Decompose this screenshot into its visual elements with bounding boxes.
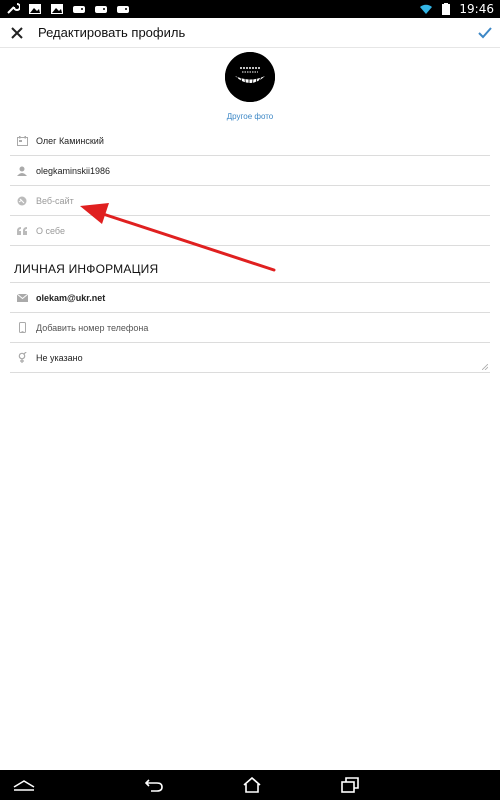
wrench-icon xyxy=(7,3,20,14)
name-field[interactable]: Олег Каминский xyxy=(10,126,490,156)
recent-apps-button[interactable] xyxy=(330,770,370,800)
page-title: Редактировать профиль xyxy=(38,25,186,40)
wifi-icon xyxy=(420,4,433,14)
close-icon xyxy=(11,26,23,39)
collapse-icon xyxy=(13,780,35,791)
resize-grip-icon xyxy=(482,364,488,370)
profile-photo-section: Другое фото xyxy=(0,52,500,121)
gamepad-icon xyxy=(117,6,129,13)
battery-icon xyxy=(442,3,451,15)
collapse-button[interactable] xyxy=(4,770,44,800)
image-icon xyxy=(29,4,41,14)
quote-icon xyxy=(16,225,28,237)
phone-value: Добавить номер телефона xyxy=(36,322,149,333)
home-icon xyxy=(243,777,261,793)
email-field[interactable]: olekam@ukr.net xyxy=(10,283,490,313)
avatar-image xyxy=(225,52,275,102)
name-value: Олег Каминский xyxy=(36,135,104,146)
website-field[interactable]: Веб-сайт xyxy=(10,186,490,216)
email-value: olekam@ukr.net xyxy=(36,292,106,303)
bio-field[interactable]: О себе xyxy=(10,216,490,246)
back-icon xyxy=(145,779,163,792)
notification-icons xyxy=(6,3,130,15)
recent-apps-icon xyxy=(341,777,359,793)
phone-icon xyxy=(16,322,28,334)
avatar[interactable] xyxy=(225,52,275,102)
back-button[interactable] xyxy=(134,770,174,800)
close-button[interactable] xyxy=(2,18,32,48)
status-time: 19:46 xyxy=(459,2,494,16)
phone-field[interactable]: Добавить номер телефона xyxy=(10,313,490,343)
image-icon xyxy=(51,4,63,14)
person-icon xyxy=(16,165,28,177)
section-title-personal-info: ЛИЧНАЯ ИНФОРМАЦИЯ xyxy=(14,262,159,276)
website-placeholder: Веб-сайт xyxy=(36,195,74,206)
save-button[interactable] xyxy=(470,18,500,48)
navigation-bar xyxy=(0,770,500,800)
gamepad-icon xyxy=(95,6,107,13)
app-bar: Редактировать профиль xyxy=(0,18,500,48)
globe-icon xyxy=(16,195,28,207)
checkmark-icon xyxy=(478,26,492,38)
status-bar: 19:46 xyxy=(0,0,500,18)
home-button[interactable] xyxy=(232,770,272,800)
bio-placeholder: О себе xyxy=(36,225,65,236)
gender-icon xyxy=(16,351,28,364)
envelope-icon xyxy=(16,292,28,304)
username-field[interactable]: olegkaminskii1986 xyxy=(10,156,490,186)
gender-field[interactable]: Не указано xyxy=(10,343,490,373)
gender-value: Не указано xyxy=(36,352,83,363)
change-photo-link[interactable]: Другое фото xyxy=(227,112,274,121)
gamepad-icon xyxy=(73,6,85,13)
id-card-icon xyxy=(16,135,28,147)
username-value: olegkaminskii1986 xyxy=(36,165,111,176)
